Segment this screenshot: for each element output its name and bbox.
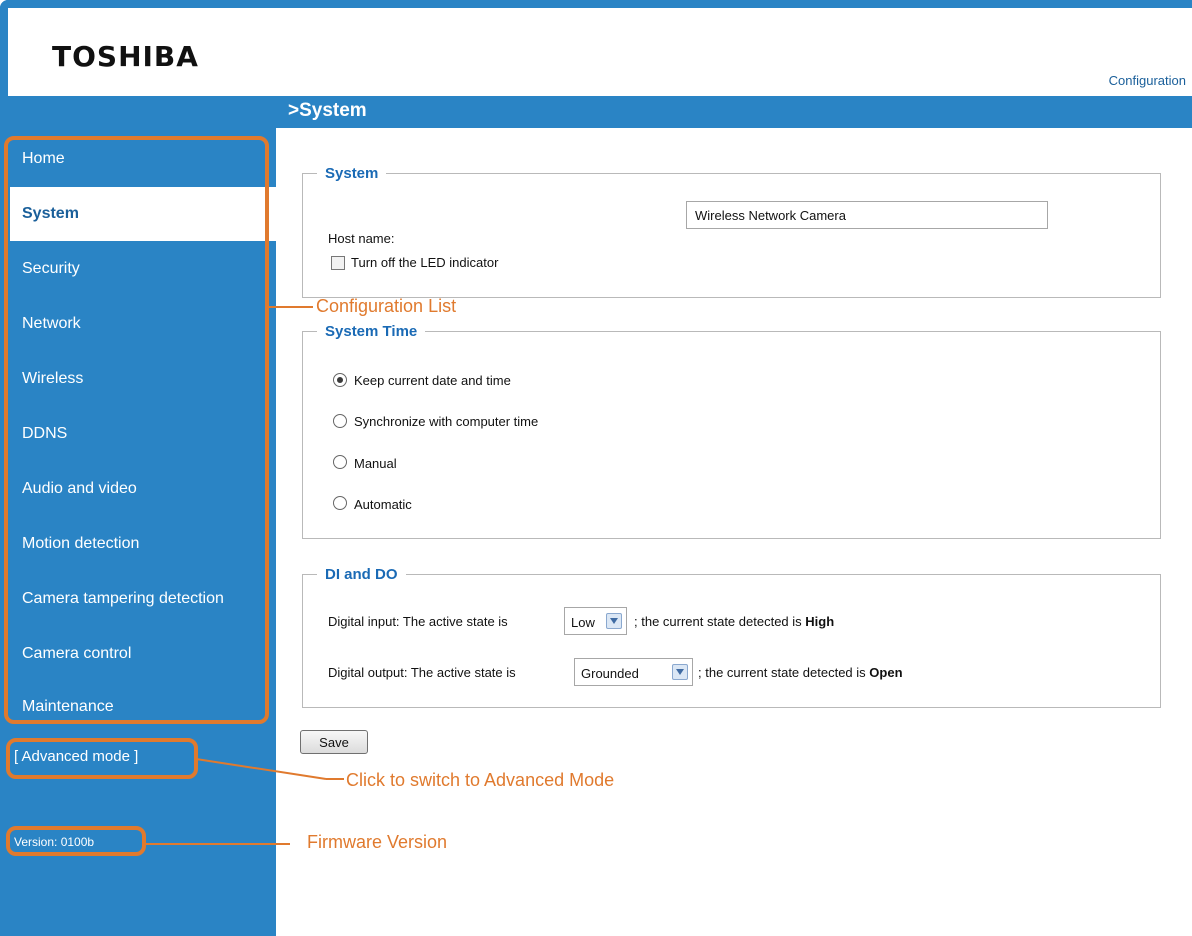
di-prefix: Digital input: The active state is xyxy=(328,614,508,629)
di-active-state-value: Low xyxy=(571,615,595,630)
page-title: >System xyxy=(288,100,367,121)
header-bar xyxy=(0,96,1192,128)
di-active-state-select[interactable]: Low xyxy=(564,607,627,635)
save-button[interactable]: Save xyxy=(300,730,368,754)
radio-keep-current-label: Keep current date and time xyxy=(354,373,511,388)
chevron-down-icon xyxy=(672,664,688,680)
config-list-pointer xyxy=(269,306,313,308)
system-time-legend: System Time xyxy=(325,323,418,340)
config-list-annotation: Configuration List xyxy=(316,296,457,316)
system-time-fieldset: System Time xyxy=(302,323,1161,539)
firmware-annotation: Firmware Version xyxy=(307,832,448,852)
radio-manual[interactable] xyxy=(333,455,347,469)
di-state-value: High xyxy=(805,614,835,629)
advanced-mode-highlight xyxy=(6,738,198,779)
firmware-highlight xyxy=(6,826,146,856)
led-checkbox[interactable] xyxy=(331,256,345,270)
radio-keep-current[interactable] xyxy=(333,373,347,387)
radio-automatic[interactable] xyxy=(333,496,347,510)
di-do-legend: DI and DO xyxy=(325,566,398,583)
radio-manual-label: Manual xyxy=(354,456,397,471)
system-fieldset: System xyxy=(302,165,1161,298)
left-border xyxy=(0,0,8,100)
di-do-fieldset: DI and DO xyxy=(302,566,1161,708)
advanced-mode-annotation: Click to switch to Advanced Mode xyxy=(346,770,615,790)
advanced-mode-pointer xyxy=(196,758,344,780)
radio-sync-computer[interactable] xyxy=(333,414,347,428)
do-active-state-select[interactable]: Grounded xyxy=(574,658,693,686)
firmware-pointer xyxy=(146,843,290,845)
configuration-link[interactable]: Configuration xyxy=(1109,73,1186,88)
led-checkbox-label: Turn off the LED indicator xyxy=(351,255,499,270)
do-prefix: Digital output: The active state is xyxy=(328,665,516,680)
host-name-label: Host name: xyxy=(328,231,395,246)
config-list-highlight xyxy=(4,136,269,724)
system-legend: System xyxy=(325,165,379,182)
do-active-state-value: Grounded xyxy=(581,666,639,681)
radio-sync-computer-label: Synchronize with computer time xyxy=(354,414,539,429)
do-suffix: ; the current state detected is Open xyxy=(698,665,903,680)
radio-automatic-label: Automatic xyxy=(354,497,412,512)
top-border xyxy=(0,0,1192,8)
di-suffix: ; the current state detected is High xyxy=(634,614,835,629)
host-name-input[interactable] xyxy=(686,201,1048,229)
chevron-down-icon xyxy=(606,613,622,629)
toshiba-logo: TOSHIBA xyxy=(52,40,199,73)
do-state-value: Open xyxy=(869,665,903,680)
